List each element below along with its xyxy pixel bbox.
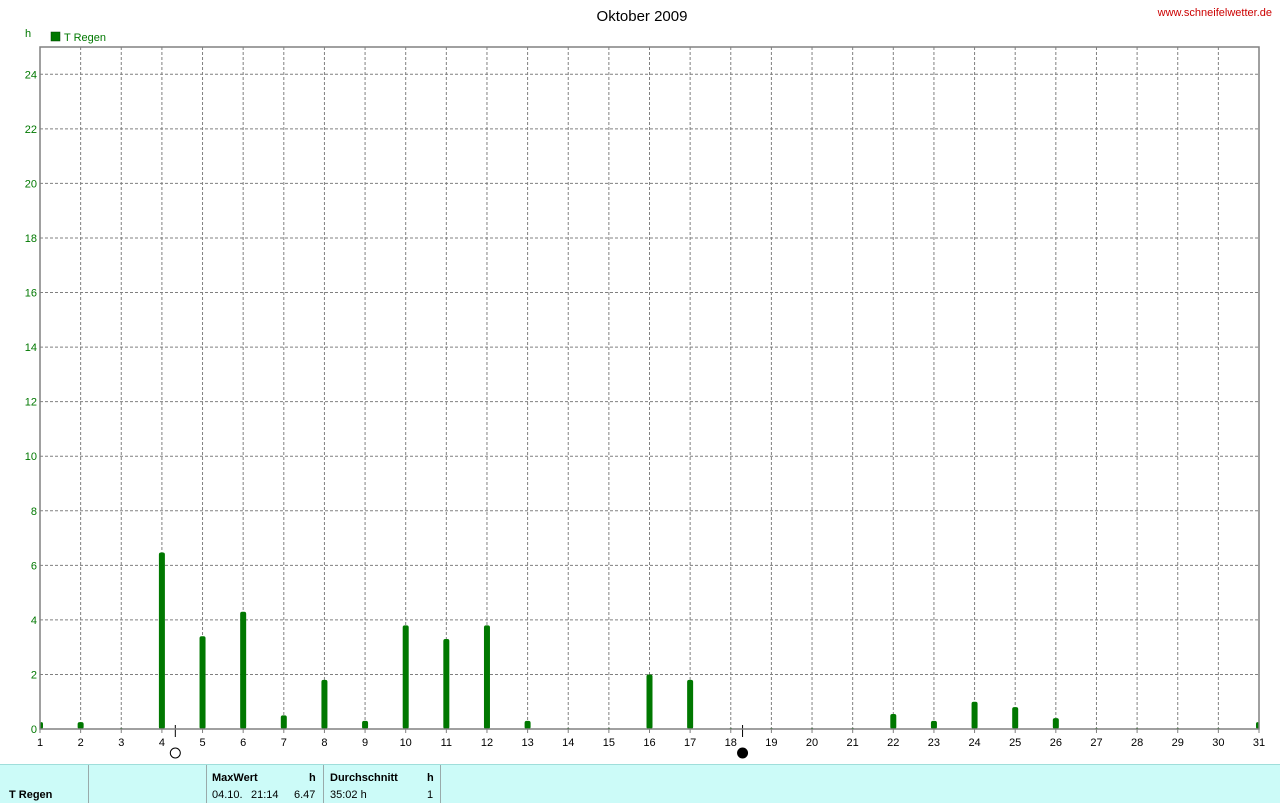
rain-bar [199, 636, 206, 729]
y-tick-labels: 024681012141618202224 [25, 69, 37, 736]
x-tick-label: 23 [928, 737, 940, 749]
x-tick-label: 5 [199, 737, 205, 749]
rain-chart: Oktober 2009 www.schneifelwetter.de h T … [25, 7, 1272, 759]
rain-bar [971, 701, 978, 729]
rain-bar [158, 552, 165, 729]
x-tick-label: 22 [887, 737, 899, 749]
rain-bar [1012, 707, 1019, 729]
rain-bar [483, 625, 490, 729]
max-label: MaxWert [212, 772, 258, 784]
x-tick-label: 4 [159, 737, 165, 749]
rain-bar [362, 720, 369, 729]
x-tick-label: 31 [1253, 737, 1265, 749]
rain-bar [240, 611, 247, 729]
footer-max-cell: MaxWert h 04.10. 21:14 6.47 [207, 765, 324, 803]
x-tick-label: 20 [806, 737, 818, 749]
x-tick-label: 16 [643, 737, 655, 749]
x-tick-label: 28 [1131, 737, 1143, 749]
x-tick-label: 27 [1090, 737, 1102, 749]
max-date: 04.10. [212, 789, 243, 801]
site-watermark: www.schneifelwetter.de [1157, 7, 1272, 19]
x-tick-label: 17 [684, 737, 696, 749]
x-tick-label: 2 [78, 737, 84, 749]
moon-phase-markers [169, 725, 749, 759]
y-tick-label: 24 [25, 69, 37, 81]
x-tick-label: 8 [321, 737, 327, 749]
x-tick-labels: 1 2 3 4 5 6 7 8 9 10 11 12 13 14 15 16 17 18 19 20 21 22 23 24 2… [37, 729, 1265, 749]
x-tick-label: 14 [562, 737, 574, 749]
x-tick-label: 15 [603, 737, 615, 749]
rain-bar [646, 674, 653, 729]
y-tick-label: 8 [31, 506, 37, 518]
x-tick-label: 26 [1050, 737, 1062, 749]
x-tick-label: 25 [1009, 737, 1021, 749]
x-tick-label: 3 [118, 737, 124, 749]
footer-spacer-cell [89, 765, 207, 803]
x-tick-label: 30 [1212, 737, 1224, 749]
y-axis-unit-label: h [25, 28, 31, 40]
rain-bar [1052, 718, 1059, 729]
x-tick-label: 10 [400, 737, 412, 749]
y-tick-label: 20 [25, 178, 37, 190]
y-tick-label: 12 [25, 397, 37, 409]
x-tick-label: 21 [847, 737, 859, 749]
max-value: 6.47 [294, 789, 316, 801]
y-tick-label: 16 [25, 288, 37, 300]
avg-value: 35:02 h [330, 789, 367, 801]
footer-series-name: T Regen [9, 789, 53, 801]
avg-label: Durchschnitt [330, 772, 398, 784]
legend-swatch [50, 31, 61, 42]
rain-bar [687, 679, 694, 729]
y-tick-label: 18 [25, 233, 37, 245]
rain-bar [321, 679, 328, 729]
avg-unit: h [427, 772, 434, 784]
legend-label: T Regen [64, 32, 106, 44]
y-tick-label: 6 [31, 560, 37, 572]
x-tick-label: 1 [37, 737, 43, 749]
avg-count: 1 [427, 789, 434, 801]
rain-bar [524, 720, 531, 729]
y-tick-label: 4 [31, 615, 37, 627]
y-tick-label: 22 [25, 124, 37, 136]
rain-bar [77, 722, 84, 729]
y-tick-label: 2 [31, 669, 37, 681]
x-tick-label: 18 [725, 737, 737, 749]
x-tick-label: 11 [441, 737, 452, 749]
x-tick-label: 9 [362, 737, 368, 749]
rain-bar [443, 638, 450, 729]
full-moon-icon [169, 747, 181, 759]
x-tick-label: 24 [968, 737, 980, 749]
chart-title: Oktober 2009 [597, 8, 688, 25]
y-tick-label: 0 [31, 724, 37, 736]
max-unit: h [309, 772, 316, 784]
grid [40, 47, 1259, 729]
max-time: 21:14 [251, 789, 279, 801]
footer-series-cell: T Regen [0, 765, 89, 803]
x-tick-label: 7 [281, 737, 287, 749]
rain-bar [930, 720, 937, 729]
x-tick-label: 29 [1172, 737, 1184, 749]
new-moon-icon [737, 747, 749, 759]
legend: T Regen [50, 31, 106, 44]
y-tick-label: 14 [25, 342, 37, 354]
footer-avg-cell: Durchschnitt h 35:02 h 1 [324, 765, 441, 803]
rain-bar [280, 715, 287, 729]
x-tick-label: 12 [481, 737, 493, 749]
y-tick-label: 10 [25, 451, 37, 463]
x-tick-label: 13 [521, 737, 533, 749]
x-tick-label: 6 [240, 737, 246, 749]
stats-footer: T Regen MaxWert h 04.10. 21:14 6.47 Durc… [0, 764, 1280, 803]
rain-bar [402, 625, 409, 729]
x-tick-label: 19 [765, 737, 777, 749]
rain-bar [890, 713, 897, 729]
